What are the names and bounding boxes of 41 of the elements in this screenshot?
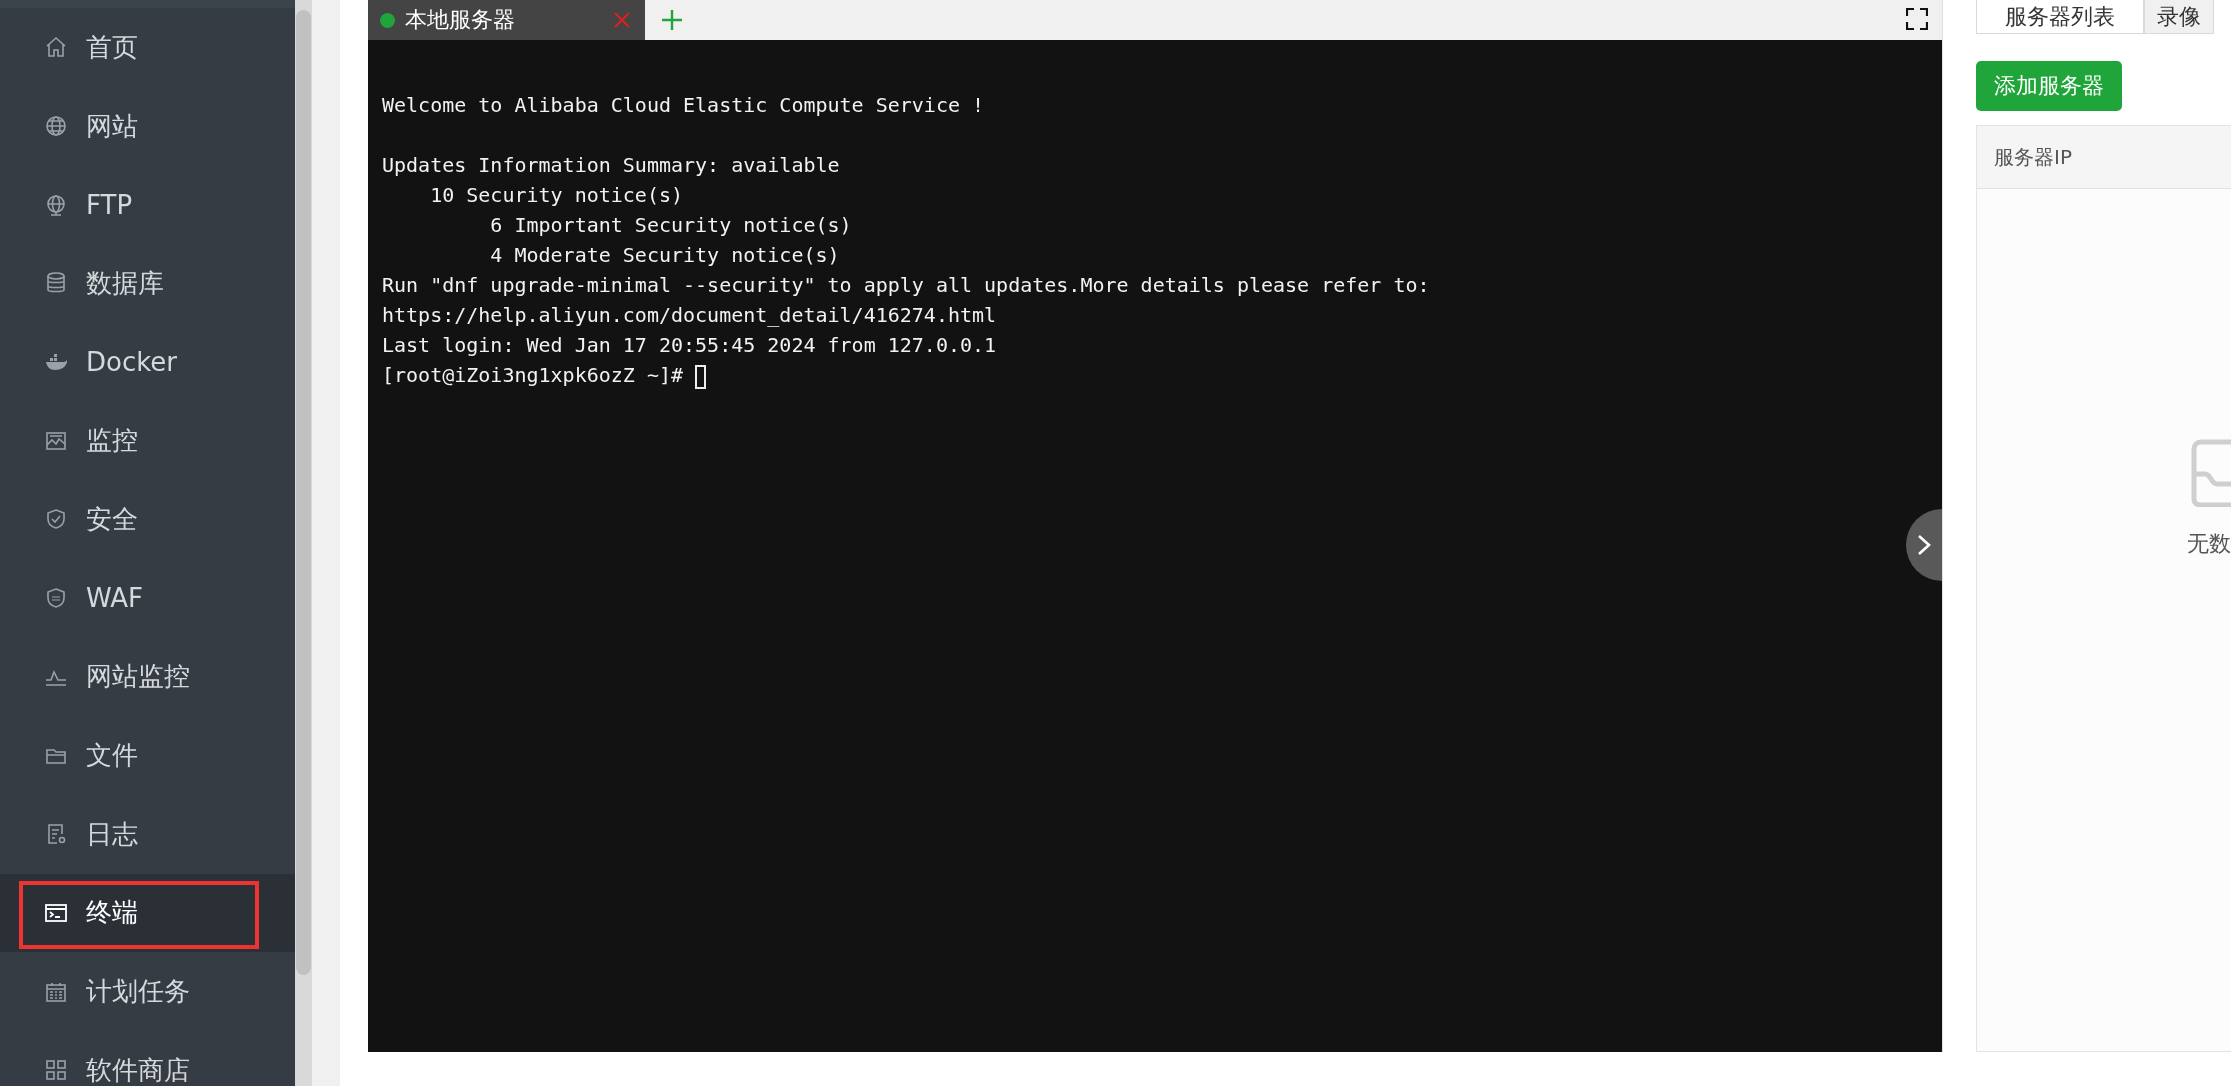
grid-icon [44,1058,68,1083]
panel-tab[interactable]: 录像 [2144,0,2214,34]
plus-icon[interactable] [661,9,683,31]
terminal-line: Welcome to Alibaba Cloud Elastic Compute Service ! [382,92,986,119]
terminal-prompt: [root@iZoi3ng1xpk6ozZ ~]# [382,363,685,387]
chevron-right-icon [1916,533,1932,557]
empty-box-icon [2191,439,2231,507]
sidebar-item[interactable]: 首页 [0,8,295,87]
sidebar-item[interactable]: 日志 [0,794,295,874]
sidebar-item[interactable]: FTP [0,165,295,245]
sidebar-item[interactable]: 网站 [0,86,295,166]
shield-icon [44,586,68,611]
terminal-line: Run "dnf upgrade-minimal --security" to apply all updates.More details please refer to: [382,272,1431,299]
text-cursor [695,364,707,389]
sidebar-item[interactable]: WAF [0,558,295,638]
sidebar-item[interactable]: 数据库 [0,244,295,323]
sidebar-item[interactable]: 安全 [0,480,295,559]
terminal-line: Last login: Wed Jan 17 20:55:45 2024 from 127.0.0.1 [382,332,998,359]
terminal-line: 10 Security notice(s) [429,182,685,209]
sidebar-item[interactable]: 计划任务 [0,952,295,1031]
sidebar-item[interactable]: 软件商店 [0,1030,295,1086]
terminal-line: 4 Moderate Security notice(s) [489,242,841,269]
terminal-line: Updates Information Summary: available [382,152,841,179]
sidebar-item[interactable]: 网站监控 [0,637,295,717]
column-header: 服务器IP [1977,126,2231,189]
sidebar-item[interactable]: Docker [0,322,295,402]
sidebar-item[interactable]: 监控 [0,401,295,481]
sidebar-item[interactable]: 终端 [0,873,295,953]
terminal-line: 6 Important Security notice(s) [489,212,853,239]
sidebar-item[interactable]: 文件 [0,716,295,795]
panel-tab[interactable]: 服务器列表 [1976,0,2144,34]
terminal-line: https://help.aliyun.com/document_detail/416274.html [382,302,998,329]
home-icon [44,35,68,60]
terminal-tab[interactable]: 本地服务器 [368,0,645,40]
close-icon[interactable] [613,11,631,29]
empty-text: 无数 [2187,530,2231,558]
fullscreen-icon[interactable] [1906,8,1928,30]
globe-icon [44,114,68,139]
scrollbar-thumb[interactable] [296,10,311,975]
shield-icon [44,507,68,532]
globe-icon [44,192,68,217]
